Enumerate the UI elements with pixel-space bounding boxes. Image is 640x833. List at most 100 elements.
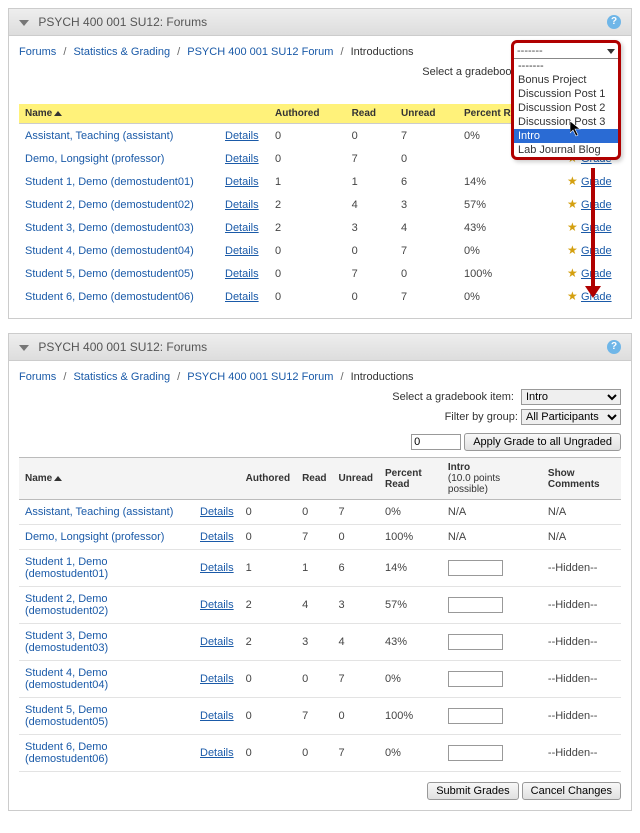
dropdown-option[interactable]: Bonus Project: [514, 73, 618, 87]
details-link[interactable]: Details: [200, 636, 234, 648]
col-authored[interactable]: Authored: [240, 458, 296, 500]
details-link[interactable]: Details: [225, 291, 259, 303]
col-comments[interactable]: Show Comments: [542, 458, 621, 500]
details-link[interactable]: Details: [200, 531, 234, 543]
col-read[interactable]: Read: [346, 104, 395, 124]
cell-pct: 100%: [379, 525, 442, 550]
user-link[interactable]: Student 5, Demo (demostudent05): [25, 704, 108, 728]
details-link[interactable]: Details: [225, 245, 259, 257]
sort-asc-icon[interactable]: [54, 111, 62, 116]
apply-grade-input[interactable]: [411, 434, 461, 450]
user-link[interactable]: Assistant, Teaching (assistant): [25, 506, 173, 518]
sort-asc-icon[interactable]: [54, 476, 62, 481]
col-name[interactable]: Name: [25, 108, 52, 119]
grade-link[interactable]: Grade: [581, 199, 612, 211]
details-link[interactable]: Details: [200, 599, 234, 611]
user-link[interactable]: Demo, Longsight (professor): [25, 153, 164, 165]
cell-comments-hidden: --Hidden--: [548, 673, 598, 685]
details-link[interactable]: Details: [200, 710, 234, 722]
user-link[interactable]: Student 6, Demo (demostudent06): [25, 291, 194, 303]
details-link[interactable]: Details: [200, 506, 234, 518]
user-link[interactable]: Student 4, Demo (demostudent04): [25, 667, 108, 691]
grade-input[interactable]: [448, 597, 503, 613]
breadcrumb-forum[interactable]: PSYCH 400 001 SU12 Forum: [187, 46, 333, 58]
gradebook-dropdown-open[interactable]: ------- -------Bonus ProjectDiscussion P…: [511, 40, 621, 160]
details-link[interactable]: Details: [200, 562, 234, 574]
cell-read: 3: [296, 624, 332, 661]
user-link[interactable]: Student 2, Demo (demostudent02): [25, 593, 108, 617]
cell-grade-na: N/A: [448, 506, 466, 518]
dropdown-option[interactable]: Lab Journal Blog: [514, 143, 618, 157]
breadcrumb-forum[interactable]: PSYCH 400 001 SU12 Forum: [187, 371, 333, 383]
details-link[interactable]: Details: [225, 130, 259, 142]
user-link[interactable]: Student 5, Demo (demostudent05): [25, 268, 194, 280]
details-link[interactable]: Details: [225, 222, 259, 234]
grade-input[interactable]: [448, 560, 503, 576]
breadcrumb-stats[interactable]: Statistics & Grading: [73, 46, 170, 58]
col-read[interactable]: Read: [296, 458, 332, 500]
cell-unread: 0: [333, 698, 379, 735]
panel-header: PSYCH 400 001 SU12: Forums ?: [9, 9, 631, 36]
details-link[interactable]: Details: [225, 153, 259, 165]
cell-unread: 6: [395, 170, 458, 193]
cell-read: 0: [346, 124, 395, 148]
dropdown-option[interactable]: Discussion Post 3: [514, 115, 618, 129]
cell-authored: 2: [240, 587, 296, 624]
user-link[interactable]: Student 4, Demo (demostudent04): [25, 245, 194, 257]
user-link[interactable]: Demo, Longsight (professor): [25, 531, 164, 543]
grade-input[interactable]: [448, 745, 503, 761]
breadcrumb-forums[interactable]: Forums: [19, 371, 56, 383]
col-pct[interactable]: Percent Read: [379, 458, 442, 500]
col-authored[interactable]: Authored: [269, 104, 346, 124]
help-icon[interactable]: ?: [607, 15, 621, 29]
details-link[interactable]: Details: [200, 747, 234, 759]
cell-read: 0: [296, 735, 332, 772]
details-link[interactable]: Details: [225, 199, 259, 211]
grade-link[interactable]: Grade: [581, 222, 612, 234]
grade-link[interactable]: Grade: [581, 245, 612, 257]
grade-link[interactable]: Grade: [581, 268, 612, 280]
dropdown-option[interactable]: Discussion Post 1: [514, 87, 618, 101]
filter-group-select[interactable]: All Participants: [521, 409, 621, 425]
dropdown-option[interactable]: -------: [514, 59, 618, 73]
cancel-changes-button[interactable]: Cancel Changes: [522, 782, 621, 800]
cell-read: 7: [346, 147, 395, 170]
apply-grade-button[interactable]: Apply Grade to all Ungraded: [464, 433, 621, 451]
grade-input[interactable]: [448, 708, 503, 724]
grade-link[interactable]: Grade: [581, 176, 612, 188]
help-icon[interactable]: ?: [607, 340, 621, 354]
cell-comments-hidden: --Hidden--: [548, 636, 598, 648]
grade-input[interactable]: [448, 671, 503, 687]
chevron-down-icon[interactable]: [607, 49, 615, 54]
collapse-icon[interactable]: [19, 345, 29, 351]
panel-header: PSYCH 400 001 SU12: Forums ?: [9, 334, 631, 361]
col-unread[interactable]: Unread: [333, 458, 379, 500]
breadcrumb-forums[interactable]: Forums: [19, 46, 56, 58]
col-name[interactable]: Name: [25, 473, 52, 484]
cell-read: 1: [296, 550, 332, 587]
user-link[interactable]: Student 6, Demo (demostudent06): [25, 741, 108, 765]
dropdown-option[interactable]: Intro: [514, 129, 618, 143]
details-link[interactable]: Details: [225, 268, 259, 280]
user-link[interactable]: Student 1, Demo (demostudent01): [25, 556, 108, 580]
user-link[interactable]: Student 2, Demo (demostudent02): [25, 199, 194, 211]
cell-unread: 4: [395, 216, 458, 239]
breadcrumb-stats[interactable]: Statistics & Grading: [73, 371, 170, 383]
dropdown-option[interactable]: Discussion Post 2: [514, 101, 618, 115]
details-link[interactable]: Details: [225, 176, 259, 188]
cell-comments-hidden: --Hidden--: [548, 747, 598, 759]
user-link[interactable]: Student 1, Demo (demostudent01): [25, 176, 194, 188]
user-link[interactable]: Student 3, Demo (demostudent03): [25, 630, 108, 654]
user-link[interactable]: Student 3, Demo (demostudent03): [25, 222, 194, 234]
grade-input[interactable]: [448, 634, 503, 650]
user-link[interactable]: Assistant, Teaching (assistant): [25, 130, 173, 142]
gradebook-select[interactable]: Intro: [521, 389, 621, 405]
cell-authored: 2: [269, 193, 346, 216]
cell-pct: 0%: [379, 500, 442, 525]
cell-unread: 0: [395, 262, 458, 285]
details-link[interactable]: Details: [200, 673, 234, 685]
col-unread[interactable]: Unread: [395, 104, 458, 124]
submit-grades-button[interactable]: Submit Grades: [427, 782, 518, 800]
collapse-icon[interactable]: [19, 20, 29, 26]
cell-unread: 7: [395, 124, 458, 148]
